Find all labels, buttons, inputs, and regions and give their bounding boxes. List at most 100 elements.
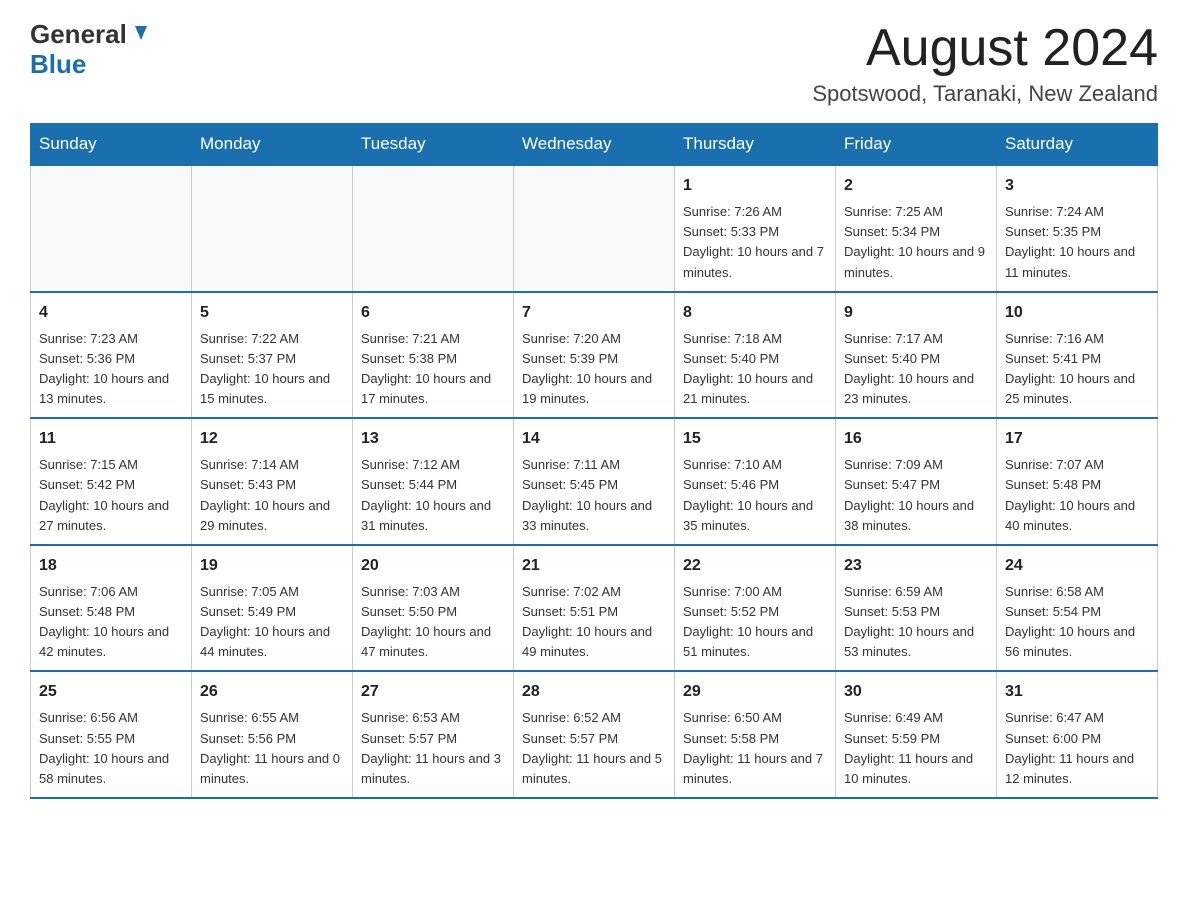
day-info: Sunrise: 7:18 AM Sunset: 5:40 PM Dayligh… xyxy=(683,329,827,410)
calendar-cell: 5 Sunrise: 7:22 AM Sunset: 5:37 PM Daylig… xyxy=(192,292,353,419)
calendar-cell: 3Sunrise: 7:24 AM Sunset: 5:35 PM Daylig… xyxy=(997,165,1158,292)
calendar-cell: 16Sunrise: 7:09 AM Sunset: 5:47 PM Dayli… xyxy=(836,418,997,545)
day-info: Sunrise: 6:55 AM Sunset: 5:56 PM Dayligh… xyxy=(200,708,344,789)
calendar-cell xyxy=(192,165,353,292)
logo-general: General xyxy=(30,20,127,49)
calendar-week-row: 11 Sunrise: 7:15 AM Sunset: 5:42 PM Dayli… xyxy=(31,418,1158,545)
day-info: Sunrise: 7:03 AM Sunset: 5:50 PM Dayligh… xyxy=(361,582,505,663)
calendar-cell xyxy=(514,165,675,292)
day-number: 11 xyxy=(39,427,183,451)
day-number: 27 xyxy=(361,680,505,704)
day-info: Sunrise: 6:58 AM Sunset: 5:54 PM Dayligh… xyxy=(1005,582,1149,663)
calendar-cell xyxy=(353,165,514,292)
day-number: 15 xyxy=(683,427,827,451)
calendar-cell: 1 Sunrise: 7:26 AM Sunset: 5:33 PM Daylig… xyxy=(675,165,836,292)
day-number: 1 xyxy=(683,174,827,198)
day-number: 23 xyxy=(844,554,988,578)
calendar-cell: 25Sunrise: 6:56 AM Sunset: 5:55 PM Dayli… xyxy=(31,671,192,798)
page-header: General Blue August 2024 Spotswood, Tara… xyxy=(30,20,1158,107)
day-number: 28 xyxy=(522,680,666,704)
calendar-cell: 24Sunrise: 6:58 AM Sunset: 5:54 PM Dayli… xyxy=(997,545,1158,672)
day-number: 19 xyxy=(200,554,344,578)
calendar-header-row: SundayMondayTuesdayWednesdayThursdayFrid… xyxy=(31,124,1158,166)
day-number: 21 xyxy=(522,554,666,578)
calendar-cell: 29Sunrise: 6:50 AM Sunset: 5:58 PM Dayli… xyxy=(675,671,836,798)
calendar-cell: 26Sunrise: 6:55 AM Sunset: 5:56 PM Dayli… xyxy=(192,671,353,798)
day-info: Sunrise: 7:11 AM Sunset: 5:45 PM Dayligh… xyxy=(522,455,666,536)
day-number: 12 xyxy=(200,427,344,451)
calendar-header-monday: Monday xyxy=(192,124,353,166)
calendar-cell: 15 Sunrise: 7:10 AM Sunset: 5:46 PM Dayli… xyxy=(675,418,836,545)
location: Spotswood, Taranaki, New Zealand xyxy=(812,81,1158,107)
calendar-table: SundayMondayTuesdayWednesdayThursdayFrid… xyxy=(30,123,1158,799)
day-info: Sunrise: 7:23 AM Sunset: 5:36 PM Dayligh… xyxy=(39,329,183,410)
calendar-cell: 2 Sunrise: 7:25 AM Sunset: 5:34 PM Daylig… xyxy=(836,165,997,292)
calendar-cell: 21 Sunrise: 7:02 AM Sunset: 5:51 PM Dayli… xyxy=(514,545,675,672)
calendar-header-sunday: Sunday xyxy=(31,124,192,166)
day-number: 14 xyxy=(522,427,666,451)
calendar-cell: 13Sunrise: 7:12 AM Sunset: 5:44 PM Dayli… xyxy=(353,418,514,545)
day-info: Sunrise: 7:21 AM Sunset: 5:38 PM Dayligh… xyxy=(361,329,505,410)
day-info: Sunrise: 7:17 AM Sunset: 5:40 PM Dayligh… xyxy=(844,329,988,410)
day-number: 22 xyxy=(683,554,827,578)
calendar-week-row: 25Sunrise: 6:56 AM Sunset: 5:55 PM Dayli… xyxy=(31,671,1158,798)
day-info: Sunrise: 7:15 AM Sunset: 5:42 PM Dayligh… xyxy=(39,455,183,536)
calendar-cell: 28 Sunrise: 6:52 AM Sunset: 5:57 PM Dayli… xyxy=(514,671,675,798)
calendar-header-thursday: Thursday xyxy=(675,124,836,166)
calendar-cell: 8 Sunrise: 7:18 AM Sunset: 5:40 PM Daylig… xyxy=(675,292,836,419)
calendar-cell: 7Sunrise: 7:20 AM Sunset: 5:39 PM Daylig… xyxy=(514,292,675,419)
calendar-cell: 20Sunrise: 7:03 AM Sunset: 5:50 PM Dayli… xyxy=(353,545,514,672)
calendar-cell: 23Sunrise: 6:59 AM Sunset: 5:53 PM Dayli… xyxy=(836,545,997,672)
day-info: Sunrise: 7:16 AM Sunset: 5:41 PM Dayligh… xyxy=(1005,329,1149,410)
day-info: Sunrise: 7:24 AM Sunset: 5:35 PM Dayligh… xyxy=(1005,202,1149,283)
calendar-cell: 31Sunrise: 6:47 AM Sunset: 6:00 PM Dayli… xyxy=(997,671,1158,798)
logo-triangle-icon xyxy=(129,22,151,44)
calendar-header-saturday: Saturday xyxy=(997,124,1158,166)
month-title: August 2024 xyxy=(812,20,1158,77)
logo: General Blue xyxy=(30,20,151,80)
calendar-week-row: 18Sunrise: 7:06 AM Sunset: 5:48 PM Dayli… xyxy=(31,545,1158,672)
day-info: Sunrise: 6:53 AM Sunset: 5:57 PM Dayligh… xyxy=(361,708,505,789)
day-number: 18 xyxy=(39,554,183,578)
day-info: Sunrise: 7:09 AM Sunset: 5:47 PM Dayligh… xyxy=(844,455,988,536)
day-number: 29 xyxy=(683,680,827,704)
calendar-header-wednesday: Wednesday xyxy=(514,124,675,166)
day-number: 10 xyxy=(1005,301,1149,325)
calendar-week-row: 4Sunrise: 7:23 AM Sunset: 5:36 PM Daylig… xyxy=(31,292,1158,419)
day-number: 31 xyxy=(1005,680,1149,704)
calendar-cell: 30 Sunrise: 6:49 AM Sunset: 5:59 PM Dayli… xyxy=(836,671,997,798)
day-info: Sunrise: 7:20 AM Sunset: 5:39 PM Dayligh… xyxy=(522,329,666,410)
day-number: 13 xyxy=(361,427,505,451)
calendar-cell: 12 Sunrise: 7:14 AM Sunset: 5:43 PM Dayli… xyxy=(192,418,353,545)
day-number: 30 xyxy=(844,680,988,704)
calendar-week-row: 1 Sunrise: 7:26 AM Sunset: 5:33 PM Daylig… xyxy=(31,165,1158,292)
calendar-cell: 6Sunrise: 7:21 AM Sunset: 5:38 PM Daylig… xyxy=(353,292,514,419)
calendar-cell: 9 Sunrise: 7:17 AM Sunset: 5:40 PM Daylig… xyxy=(836,292,997,419)
day-number: 25 xyxy=(39,680,183,704)
day-info: Sunrise: 6:49 AM Sunset: 5:59 PM Dayligh… xyxy=(844,708,988,789)
header-right: August 2024 Spotswood, Taranaki, New Zea… xyxy=(812,20,1158,107)
calendar-header-friday: Friday xyxy=(836,124,997,166)
calendar-cell: 17Sunrise: 7:07 AM Sunset: 5:48 PM Dayli… xyxy=(997,418,1158,545)
day-info: Sunrise: 7:14 AM Sunset: 5:43 PM Dayligh… xyxy=(200,455,344,536)
calendar-cell: 19Sunrise: 7:05 AM Sunset: 5:49 PM Dayli… xyxy=(192,545,353,672)
day-info: Sunrise: 7:10 AM Sunset: 5:46 PM Dayligh… xyxy=(683,455,827,536)
calendar-header-tuesday: Tuesday xyxy=(353,124,514,166)
day-number: 2 xyxy=(844,174,988,198)
day-info: Sunrise: 7:02 AM Sunset: 5:51 PM Dayligh… xyxy=(522,582,666,663)
day-info: Sunrise: 7:22 AM Sunset: 5:37 PM Dayligh… xyxy=(200,329,344,410)
day-number: 8 xyxy=(683,301,827,325)
day-number: 17 xyxy=(1005,427,1149,451)
day-info: Sunrise: 7:25 AM Sunset: 5:34 PM Dayligh… xyxy=(844,202,988,283)
calendar-cell: 11 Sunrise: 7:15 AM Sunset: 5:42 PM Dayli… xyxy=(31,418,192,545)
calendar-cell: 27 Sunrise: 6:53 AM Sunset: 5:57 PM Dayli… xyxy=(353,671,514,798)
calendar-cell: 10 Sunrise: 7:16 AM Sunset: 5:41 PM Dayli… xyxy=(997,292,1158,419)
calendar-cell: 4Sunrise: 7:23 AM Sunset: 5:36 PM Daylig… xyxy=(31,292,192,419)
logo-blue: Blue xyxy=(30,49,86,80)
day-info: Sunrise: 7:00 AM Sunset: 5:52 PM Dayligh… xyxy=(683,582,827,663)
calendar-cell: 14 Sunrise: 7:11 AM Sunset: 5:45 PM Dayli… xyxy=(514,418,675,545)
day-info: Sunrise: 7:26 AM Sunset: 5:33 PM Dayligh… xyxy=(683,202,827,283)
day-number: 9 xyxy=(844,301,988,325)
day-number: 5 xyxy=(200,301,344,325)
day-info: Sunrise: 6:52 AM Sunset: 5:57 PM Dayligh… xyxy=(522,708,666,789)
